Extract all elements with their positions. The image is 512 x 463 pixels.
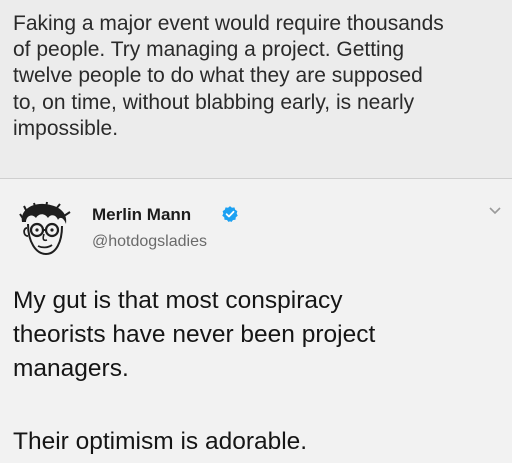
caption-text: Faking a major event would require thous…: [13, 12, 444, 140]
chevron-down-icon[interactable]: [488, 206, 502, 216]
verified-badge-icon: [222, 206, 238, 222]
tweet-text: My gut is that most conspiracy theorists…: [13, 287, 376, 382]
avatar[interactable]: [14, 200, 74, 260]
author-handle[interactable]: @hotdogsladies: [92, 233, 207, 251]
caption-panel: Faking a major event would require thous…: [0, 0, 512, 179]
tweet-text-closing: Their optimism is adorable.: [13, 428, 308, 455]
author-name[interactable]: Merlin Mann: [92, 205, 191, 225]
